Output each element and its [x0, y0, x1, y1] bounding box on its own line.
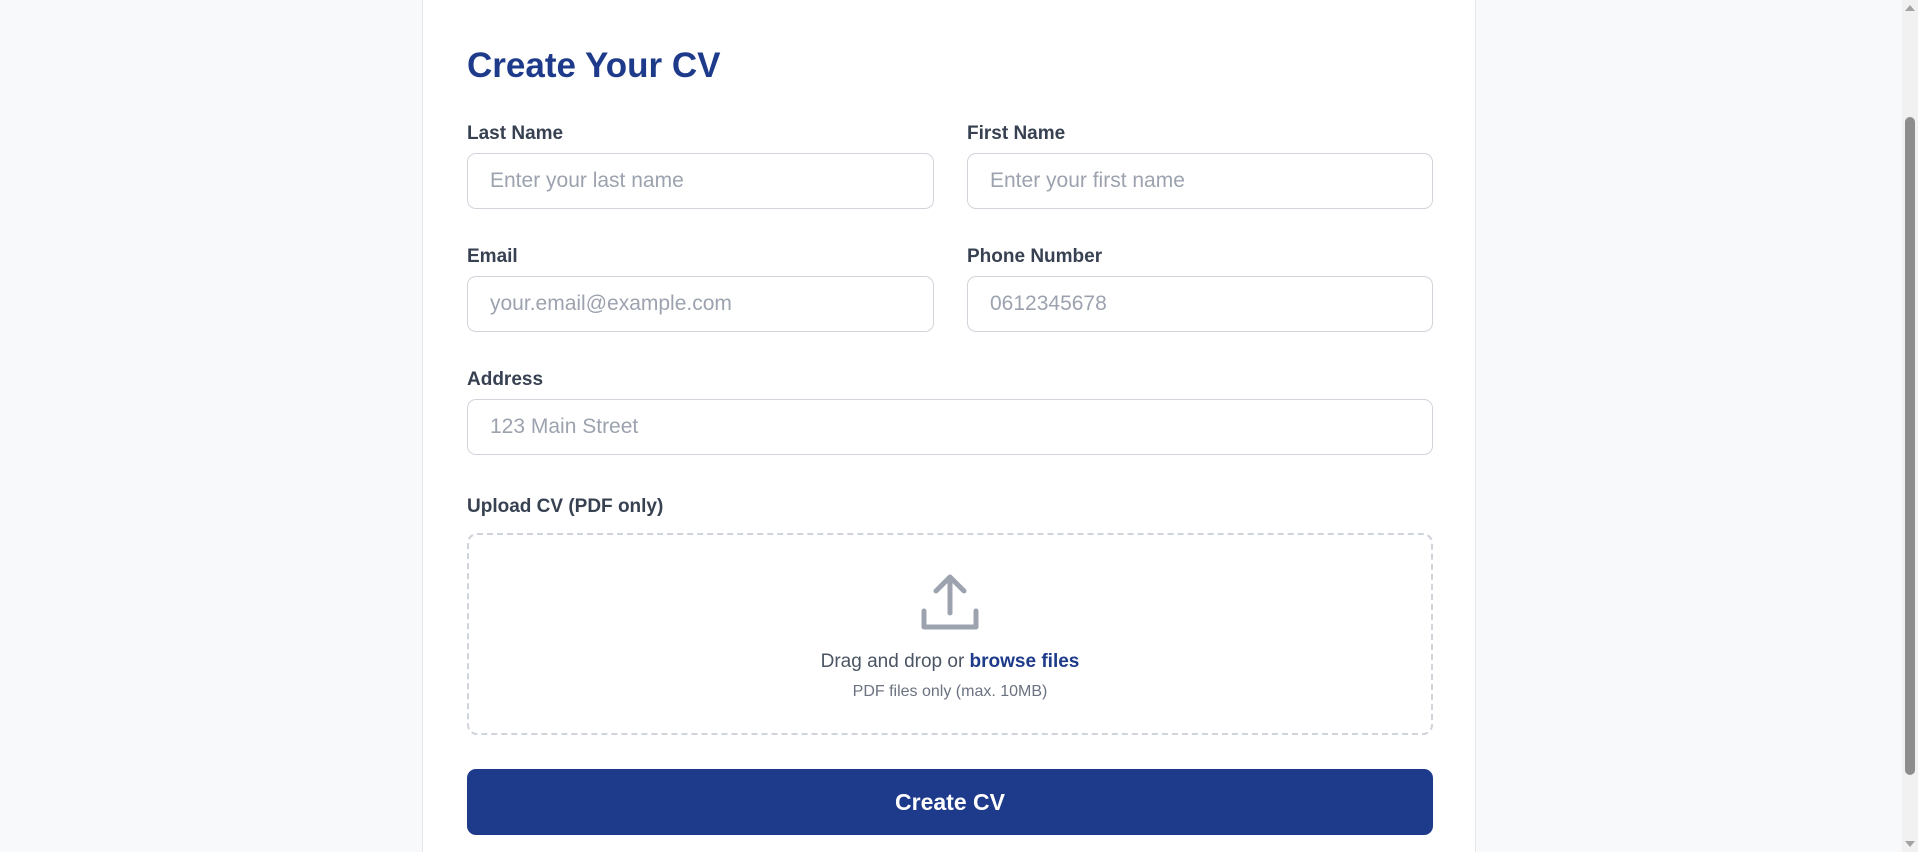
email-input[interactable]	[467, 276, 934, 332]
upload-icon	[921, 574, 979, 630]
browse-files-link[interactable]: browse files	[970, 651, 1080, 672]
cv-dropzone[interactable]: Drag and drop or browse files PDF files …	[467, 533, 1433, 735]
dropzone-hint: PDF files only (max. 10MB)	[852, 683, 1048, 700]
scroll-down-arrow-icon[interactable]	[1902, 836, 1918, 852]
vertical-scrollbar[interactable]	[1902, 0, 1918, 852]
first-name-label: First Name	[967, 123, 1066, 144]
page: Create Your CV Last Name First Name Emai…	[0, 0, 1918, 852]
page-title: Create Your CV	[467, 46, 721, 85]
last-name-input[interactable]	[467, 153, 934, 209]
scrollbar-thumb[interactable]	[1905, 117, 1915, 775]
create-cv-button[interactable]: Create CV	[467, 769, 1433, 835]
phone-number-input[interactable]	[967, 276, 1433, 332]
upload-cv-label: Upload CV (PDF only)	[467, 496, 664, 517]
address-input[interactable]	[467, 399, 1433, 455]
phone-number-label: Phone Number	[967, 246, 1103, 267]
dropzone-prompt-text: Drag and drop or	[820, 651, 970, 672]
first-name-input[interactable]	[967, 153, 1433, 209]
scroll-up-arrow-icon[interactable]	[1902, 0, 1918, 16]
dropzone-prompt: Drag and drop or browse files	[469, 649, 1431, 675]
last-name-label: Last Name	[467, 123, 564, 144]
address-label: Address	[467, 369, 544, 390]
email-label: Email	[467, 246, 518, 267]
